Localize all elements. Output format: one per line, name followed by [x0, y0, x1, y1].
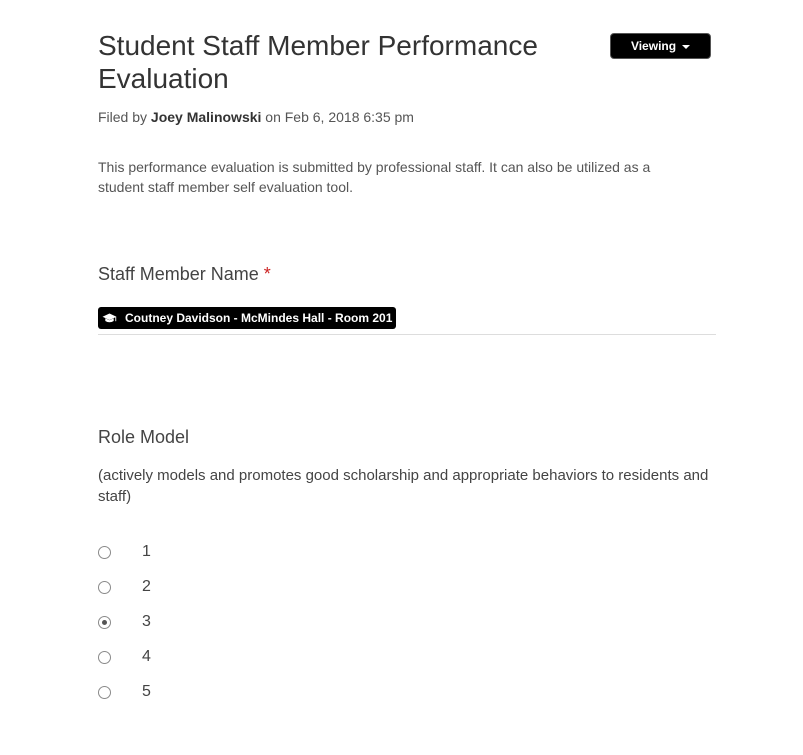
option-label: 4	[142, 648, 151, 665]
author-name: Joey Malinowski	[150, 109, 262, 125]
radio-button[interactable]	[98, 580, 111, 594]
filed-date: on Feb 6, 2018 6:35 pm	[265, 109, 414, 125]
form-description: This performance evaluation is submitted…	[98, 159, 651, 195]
viewing-button-label: Viewing	[630, 39, 677, 53]
required-marker: *	[263, 264, 271, 284]
staff-field-underline	[98, 334, 716, 335]
role-model-option-3[interactable]: 3	[98, 612, 151, 632]
radio-button[interactable]	[98, 545, 111, 559]
radio-button[interactable]	[98, 650, 111, 664]
option-label: 5	[142, 683, 151, 700]
staff-member-chip[interactable]: Coutney Davidson - McMindes Hall - Room …	[98, 307, 397, 329]
role-model-option-5[interactable]: 5	[98, 682, 151, 702]
staff-member-name-label: Staff Member Name *	[98, 263, 271, 285]
staff-member-name-label-text: Staff Member Name	[98, 264, 259, 284]
option-label: 1	[142, 543, 151, 560]
page-title: Student Staff Member Performance Evaluat…	[98, 30, 538, 94]
role-model-description: (actively models and promotes good schol…	[98, 467, 709, 505]
radio-button-selected[interactable]	[98, 615, 111, 629]
option-label: 3	[142, 613, 151, 630]
radio-button[interactable]	[98, 685, 111, 699]
filed-by-prefix: Filed by	[98, 109, 148, 125]
role-model-option-4[interactable]: 4	[98, 647, 151, 667]
caret-down-icon	[682, 45, 691, 49]
option-label: 2	[142, 578, 151, 595]
staff-member-chip-label: Coutney Davidson - McMindes Hall - Room …	[125, 311, 393, 325]
role-model-option-2[interactable]: 2	[98, 577, 151, 597]
role-model-label: Role Model	[98, 427, 190, 447]
graduation-cap-icon	[102, 313, 117, 322]
filed-by-line: Filed by Joey Malinowski on Feb 6, 2018 …	[98, 108, 414, 126]
role-model-option-1[interactable]: 1	[98, 542, 151, 562]
viewing-dropdown-button[interactable]: Viewing	[610, 33, 711, 59]
